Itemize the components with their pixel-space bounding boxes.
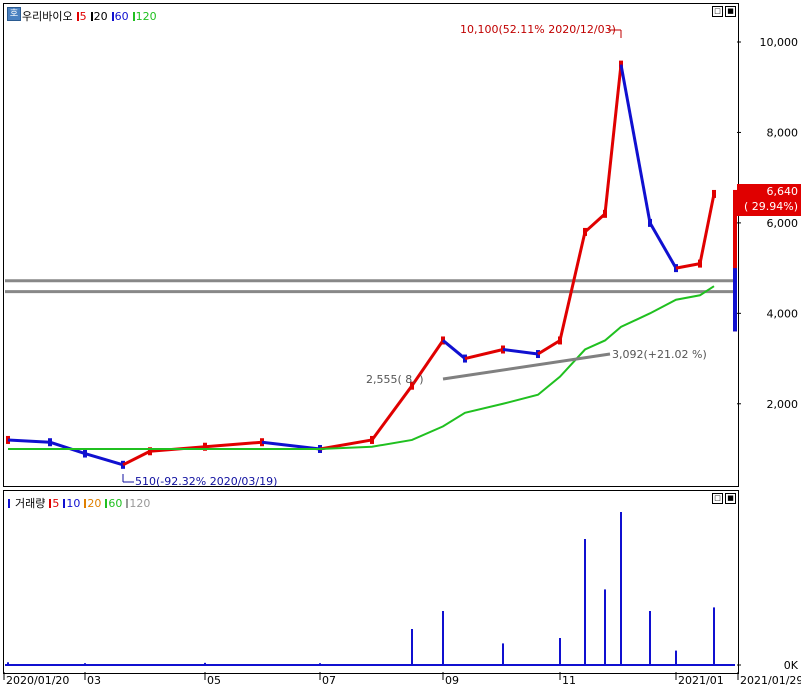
maximize-icon[interactable]: □ [712,6,723,17]
legend-marker [90,12,93,21]
legend-marker [76,12,79,21]
price-legend-item: 5 [76,10,87,23]
restore-icon[interactable]: ■ [725,6,736,17]
volume-legend: 거래량 5 10 20 60 120 [8,495,150,511]
x-tick-label: 09 [445,674,459,687]
volume-legend-item: 120 [126,497,150,510]
stock-name: 우리바이오 [22,10,73,23]
x-tick-label: 2021/01/29 [740,674,801,687]
y-tick-label: 4,000 [767,307,799,320]
volume-chart-panel: 거래량 5 10 20 60 120 □ ■ [3,490,739,674]
price-legend-item: 60 [111,10,129,23]
legend-marker [132,12,135,21]
x-tick-label: 2020/01/20 [6,674,69,687]
x-tick-label: 03 [87,674,101,687]
corner-toggle-button[interactable]: 호 [7,7,21,21]
volume-legend-item: 10 [63,497,80,510]
price-legend-item: 20 [90,10,108,23]
current-price-label: 6,640 ( 29.94%) [737,184,801,216]
volume-legend-item: 5 [49,497,59,510]
volume-legend-item: 20 [84,497,101,510]
y-tick-label: 6,000 [767,217,799,230]
volume-legend-item: 60 [105,497,122,510]
x-tick-label: 2021/01 [678,674,724,687]
current-change: ( 29.94%) [743,200,798,213]
y-tick-label: 10,000 [760,36,799,49]
x-tick-label: 05 [207,674,221,687]
volume-title: 거래량 [15,497,46,510]
legend-marker [111,12,114,21]
price-legend: 우리바이오 5 20 60 120 [22,8,157,24]
restore-icon[interactable]: ■ [725,493,736,504]
y-tick-label: 2,000 [767,398,799,411]
y-tick-label: 0K [784,659,799,672]
price-legend-item: 120 [132,10,157,23]
y-tick-label: 8,000 [767,126,799,139]
x-tick-label: 07 [322,674,336,687]
price-chart-panel: 호 우리바이오 5 20 60 120 □ ■ [3,3,739,487]
x-tick-label: 11 [562,674,576,687]
current-price: 6,640 [766,185,799,198]
maximize-icon[interactable]: □ [712,493,723,504]
